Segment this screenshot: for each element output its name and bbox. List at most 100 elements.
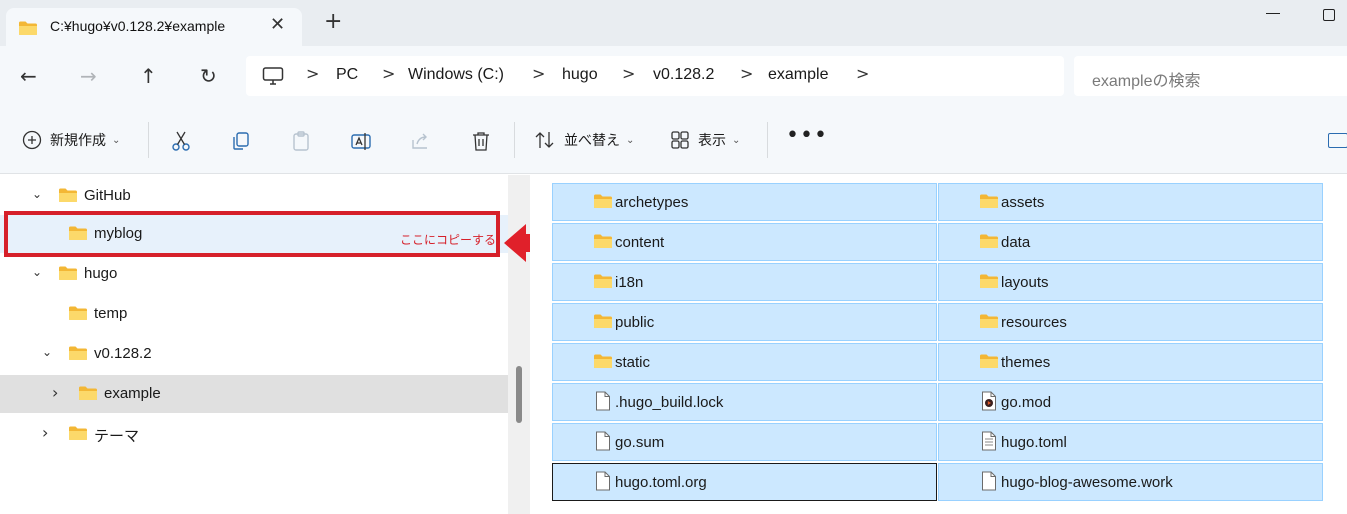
cut-icon[interactable]: [170, 130, 192, 152]
minimize-button[interactable]: [1266, 13, 1280, 14]
tree-item-theme[interactable]: › テーマ: [0, 415, 508, 453]
copy-icon[interactable]: [230, 130, 252, 152]
title-bar: C:¥hugo¥v0.128.2¥example ✕ +: [0, 0, 1347, 46]
folder-icon: [68, 305, 88, 321]
breadcrumb-version[interactable]: v0.128.2: [653, 66, 714, 84]
file-name: themes: [1001, 354, 1051, 371]
sort-button[interactable]: 並べ替え ⌄: [534, 128, 634, 152]
file-item[interactable]: .hugo_build.lock: [552, 383, 937, 421]
chevron-down-icon: ⌄: [732, 134, 741, 146]
tree-item-hugo[interactable]: ⌄ hugo: [0, 255, 508, 293]
breadcrumb-windows-c[interactable]: Windows (C:): [408, 66, 504, 84]
file-item[interactable]: hugo.toml: [938, 423, 1323, 461]
tree-item-example[interactable]: › example: [0, 375, 508, 413]
scrollbar-thumb[interactable]: [516, 366, 522, 423]
search-input[interactable]: exampleの検索: [1074, 56, 1347, 96]
view-grid-icon: [671, 131, 689, 149]
tab-active[interactable]: C:¥hugo¥v0.128.2¥example ✕: [6, 8, 302, 46]
search-placeholder: exampleの検索: [1092, 73, 1201, 90]
more-options-button[interactable]: •••: [786, 125, 828, 147]
refresh-button[interactable]: ↻: [200, 64, 217, 88]
file-item[interactable]: content: [552, 223, 937, 261]
delete-icon[interactable]: [470, 130, 492, 152]
folder-icon: [18, 20, 38, 36]
maximize-button[interactable]: [1323, 9, 1335, 21]
breadcrumb-hugo[interactable]: hugo: [562, 66, 598, 84]
view-button[interactable]: 表示 ⌄: [670, 128, 740, 152]
file-item[interactable]: assets: [938, 183, 1323, 221]
file-item[interactable]: hugo.toml.org: [552, 463, 937, 501]
plus-circle-icon: [22, 130, 42, 150]
file-item[interactable]: go.sum: [552, 423, 937, 461]
file-name: archetypes: [615, 194, 689, 211]
chevron-right-icon[interactable]: ›: [52, 383, 58, 402]
text-file-icon: [981, 431, 997, 451]
file-icon: [981, 471, 997, 491]
file-item[interactable]: archetypes: [552, 183, 937, 221]
back-button[interactable]: ←: [20, 64, 37, 88]
up-button[interactable]: ↑: [140, 64, 157, 88]
file-item[interactable]: go.mod: [938, 383, 1323, 421]
chevron-down-icon: ⌄: [626, 134, 635, 146]
folder-icon: [979, 313, 999, 329]
paste-icon[interactable]: [290, 130, 312, 152]
address-bar[interactable]: > PC > Windows (C:) > hugo > v0.128.2 > …: [246, 56, 1064, 96]
tree-item-label: hugo: [84, 265, 118, 282]
new-tab-button[interactable]: +: [324, 11, 342, 33]
file-name: content: [615, 234, 665, 251]
file-name: .hugo_build.lock: [615, 394, 724, 411]
tree-item-label: v0.128.2: [94, 345, 152, 362]
file-item[interactable]: resources: [938, 303, 1323, 341]
address-row: ← → ↑ ↻ > PC > Windows (C:) > hugo > v0.…: [0, 46, 1347, 106]
file-icon: [595, 391, 611, 411]
view-button-label: 表示: [698, 132, 726, 148]
breadcrumb-example[interactable]: example: [768, 66, 828, 84]
tree-item-temp[interactable]: temp: [0, 295, 508, 333]
file-item[interactable]: i18n: [552, 263, 937, 301]
file-icon: [595, 431, 611, 451]
folder-icon: [593, 353, 613, 369]
rename-icon[interactable]: [350, 130, 372, 152]
breadcrumb-pc[interactable]: PC: [336, 66, 358, 84]
file-item[interactable]: static: [552, 343, 937, 381]
breadcrumb-separator: >: [622, 64, 636, 83]
file-icon: [595, 471, 611, 491]
file-name: static: [615, 354, 651, 371]
file-item[interactable]: public: [552, 303, 937, 341]
file-item[interactable]: layouts: [938, 263, 1323, 301]
annotation-text: ここにコピーする: [400, 233, 497, 247]
folder-icon: [58, 187, 78, 203]
chevron-down-icon[interactable]: ⌄: [32, 187, 42, 201]
folder-icon: [593, 313, 613, 329]
file-name: i18n: [615, 274, 644, 291]
chevron-down-icon[interactable]: ⌄: [32, 265, 42, 279]
breadcrumb-separator: >: [856, 64, 870, 83]
forward-button[interactable]: →: [80, 64, 97, 88]
new-button[interactable]: 新規作成 ⌄: [22, 128, 120, 152]
file-name: hugo-blog-awesome.work: [1001, 474, 1173, 491]
file-name: go.mod: [1001, 394, 1052, 411]
file-name: layouts: [1001, 274, 1049, 291]
tree-item-label: example: [104, 385, 161, 402]
details-pane-icon[interactable]: [1328, 133, 1347, 148]
file-list: archetypes assets content data i18n layouts pu…: [530, 175, 1347, 514]
new-button-label: 新規作成: [50, 132, 106, 148]
folder-icon: [593, 233, 613, 249]
breadcrumb-separator: >: [740, 64, 754, 83]
navigation-pane: ⌄ GitHub myblog ⌄ hugo temp ⌄ v0.128.2 ›…: [0, 175, 510, 514]
file-name: data: [1001, 234, 1031, 251]
breadcrumb-separator: >: [382, 64, 396, 83]
folder-icon: [593, 193, 613, 209]
breadcrumb-separator: >: [306, 64, 320, 83]
tree-item-v0-128-2[interactable]: ⌄ v0.128.2: [0, 335, 508, 373]
file-item[interactable]: data: [938, 223, 1323, 261]
close-tab-icon[interactable]: ✕: [270, 14, 285, 35]
chevron-right-icon[interactable]: ›: [42, 423, 48, 442]
share-icon[interactable]: [410, 130, 432, 152]
toolbar-divider: [767, 122, 768, 158]
tree-item-github[interactable]: ⌄ GitHub: [0, 177, 508, 215]
file-item[interactable]: hugo-blog-awesome.work: [938, 463, 1323, 501]
file-item[interactable]: themes: [938, 343, 1323, 381]
chevron-down-icon[interactable]: ⌄: [42, 345, 52, 359]
tab-title: C:¥hugo¥v0.128.2¥example: [50, 18, 226, 34]
